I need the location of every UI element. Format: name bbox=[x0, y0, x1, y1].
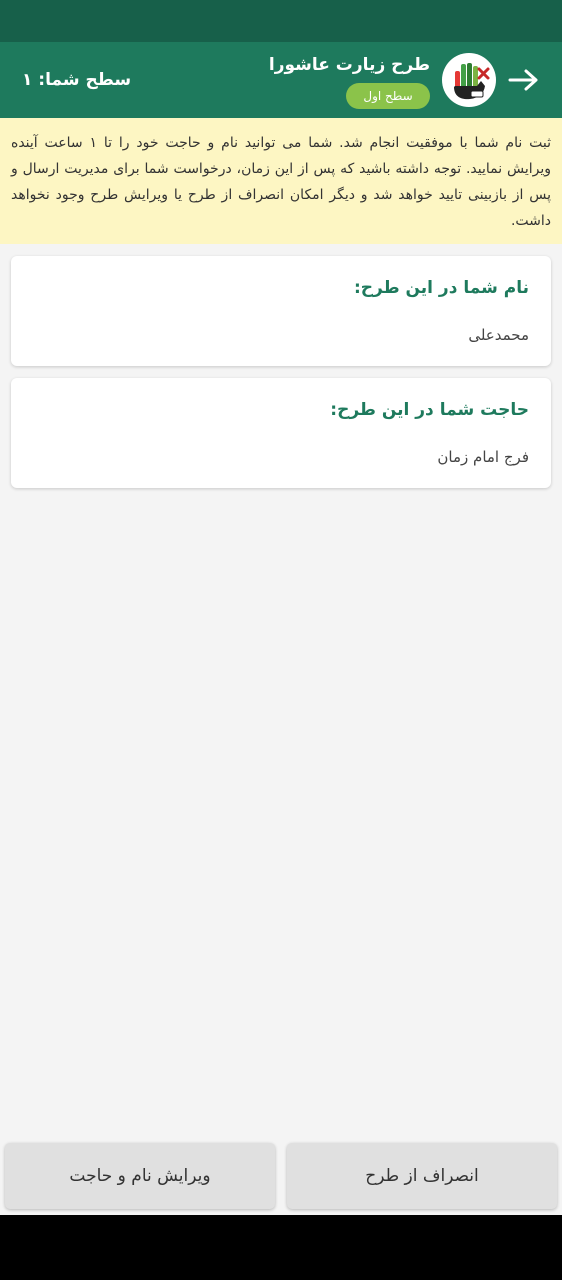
name-label: نام شما در این طرح: bbox=[353, 278, 529, 298]
back-button[interactable] bbox=[504, 60, 544, 100]
app-bar: طرح زیارت عاشورا سطح اول سطح شما: ۱ bbox=[0, 42, 562, 118]
edit-name-need-button[interactable]: ویرایش نام و حاجت bbox=[5, 1143, 275, 1209]
status-bar bbox=[0, 0, 562, 42]
system-navigation-bar bbox=[0, 1215, 562, 1280]
arrow-right-icon bbox=[508, 69, 538, 91]
hand-logo-icon bbox=[442, 53, 496, 107]
app-title: طرح زیارت عاشورا bbox=[268, 55, 430, 75]
level-badge: سطح اول bbox=[346, 83, 430, 109]
name-card: نام شما در این طرح: محمدعلی bbox=[11, 256, 551, 366]
need-label: حاجت شما در این طرح: bbox=[330, 400, 529, 420]
name-value: محمدعلی bbox=[468, 326, 529, 344]
need-value: فرج امام زمان bbox=[437, 448, 529, 466]
need-card: حاجت شما در این طرح: فرج امام زمان bbox=[11, 378, 551, 488]
user-level-label: سطح شما: ۱ bbox=[22, 70, 132, 90]
success-notice: ثبت نام شما با موفقیت انجام شد. شما می ت… bbox=[0, 118, 562, 244]
withdraw-button[interactable]: انصراف از طرح bbox=[287, 1143, 557, 1209]
